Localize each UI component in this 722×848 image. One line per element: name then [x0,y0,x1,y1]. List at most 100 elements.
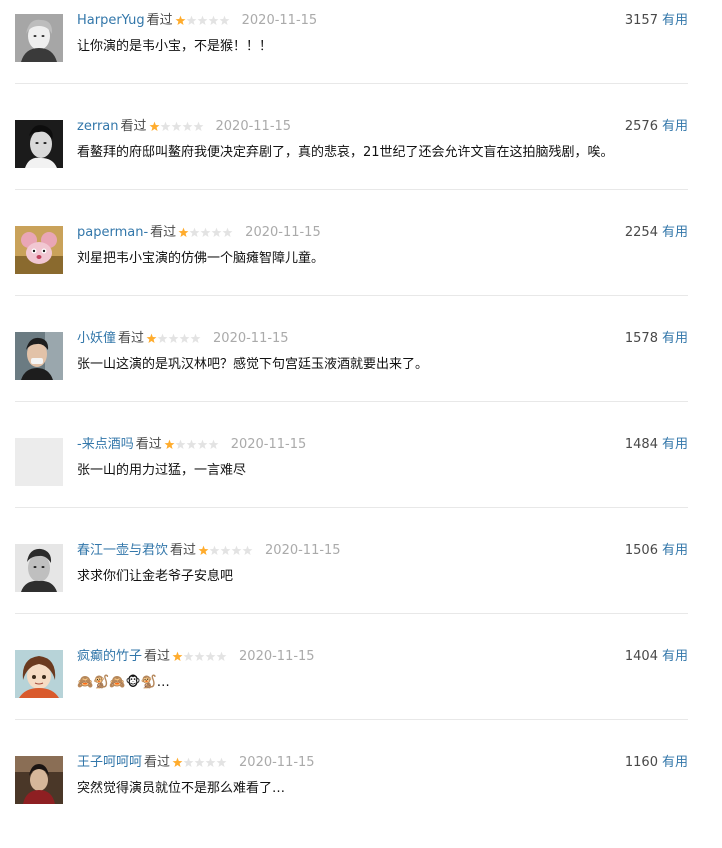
user-avatar[interactable] [15,14,63,62]
watch-status: 看过 [144,755,171,770]
vote-count: 1484 [624,437,658,452]
review-item: paperman- 看过 2020-11-15 2254 有用 刘星把韦小宝演的仿佛一个脑… [0,212,722,318]
rating-star-icon [189,227,200,238]
rating-star-icon [178,227,189,238]
rating-stars [178,227,233,238]
user-avatar[interactable] [15,438,63,486]
useful-button[interactable]: 有用 [662,331,688,346]
review-header: HarperYug 看过 2020-11-15 [77,12,317,30]
rating-star-icon [149,121,159,132]
rating-star-icon [157,333,168,344]
review-date: 2020-11-15 [213,331,289,346]
review-date: 2020-11-15 [241,13,318,28]
rating-star-icon [175,15,186,26]
rating-star-icon [186,439,197,450]
vote-count: 1506 [624,543,658,558]
review-text: 突然觉得演员就位不是那么难看了… [77,781,286,796]
rating-star-icon [186,15,197,26]
vote-count: 2254 [624,225,658,240]
vote-count: 3157 [624,13,658,28]
divider [15,189,688,190]
username-link[interactable]: HarperYug [77,13,145,28]
watch-status: 看过 [170,543,197,558]
rating-star-icon [200,227,211,238]
useful-button[interactable]: 有用 [662,543,688,558]
useful-button[interactable]: 有用 [662,13,688,28]
rating-star-icon [197,439,208,450]
vote-area: 2254 有用 [625,224,688,242]
rating-star-icon [183,651,194,662]
divider [15,507,688,508]
vote-area: 2576 有用 [625,118,688,136]
review-date: 2020-11-15 [230,437,307,452]
review-item: 春江一壶与君饮 看过 2020-11-15 1506 有用求求你们让金老爷子安息吧 [0,530,722,636]
vote-count: 1160 [624,755,658,770]
divider [15,613,688,614]
useful-button[interactable]: 有用 [662,755,688,770]
rating-star-icon [172,757,183,768]
rating-stars [146,333,201,344]
rating-star-icon [205,651,216,662]
username-link[interactable]: zerran [77,119,119,134]
user-avatar[interactable] [15,120,63,168]
divider [15,719,688,720]
review-header: 王子呵呵呵 看过 2020-11-15 [77,754,315,772]
rating-star-icon [216,651,227,662]
review-item: 小妖僮 看过 2020-11-15 1578 有用 张一山这演的是巩汉林吧？感觉下句宫廷玉… [0,318,722,424]
rating-star-icon [198,545,209,556]
review-date: 2020-11-15 [215,119,292,134]
rating-star-icon [168,333,179,344]
user-avatar[interactable] [15,544,63,592]
watch-status: 看过 [120,119,147,134]
rating-star-icon [172,651,183,662]
watch-status: 看过 [144,649,171,664]
rating-star-icon [194,651,205,662]
rating-star-icon [231,545,242,556]
vote-area: 1160 有用 [625,754,688,772]
rating-star-icon [179,333,190,344]
rating-star-icon [222,227,233,238]
rating-stars [172,757,227,768]
username-link[interactable]: 春江一壶与君饮 [77,543,168,558]
review-item: zerran 看过 2020-11-15 2576 有用 看鳌拜的府邸叫鳌府我便决定弃剧了… [0,106,722,212]
review-date: 2020-11-15 [265,543,341,558]
username-link[interactable]: 疯癫的竹子 [77,649,142,664]
rating-star-icon [216,757,227,768]
review-text: 求求你们让金老爷子安息吧 [77,569,234,584]
vote-count: 1578 [624,331,658,346]
review-date: 2020-11-15 [245,225,321,240]
rating-star-icon [208,439,219,450]
user-avatar[interactable] [15,756,63,804]
username-link[interactable]: paperman- [77,225,148,240]
vote-area: 1404 有用 [625,648,688,666]
rating-star-icon [205,757,216,768]
rating-stars [172,651,227,662]
rating-star-icon [146,333,157,344]
rating-star-icon [164,439,175,450]
useful-button[interactable]: 有用 [662,649,688,664]
vote-area: 3157 有用 [625,12,688,30]
rating-star-icon [171,121,181,132]
useful-button[interactable]: 有用 [662,119,688,134]
rating-star-icon [220,545,231,556]
rating-star-icon [211,227,222,238]
useful-button[interactable]: 有用 [662,225,688,240]
user-avatar[interactable] [15,332,63,380]
useful-button[interactable]: 有用 [662,437,688,452]
user-avatar[interactable] [15,226,63,274]
review-text: 张一山这演的是巩汉林吧？感觉下句宫廷玉液酒就要出来了。 [77,357,429,372]
username-link[interactable]: 小妖僮 [77,331,116,346]
watch-status: 看过 [150,225,177,240]
user-avatar[interactable] [15,650,63,698]
vote-area: 1484 有用 [625,436,688,454]
vote-area: 1578 有用 [625,330,688,348]
username-link[interactable]: -来点酒吗 [77,437,134,452]
username-link[interactable]: 王子呵呵呵 [77,755,142,770]
rating-star-icon [182,121,192,132]
rating-star-icon [197,15,208,26]
review-text: 让你演的是韦小宝，不是猴！！！ [77,39,273,54]
review-date: 2020-11-15 [239,649,315,664]
review-header: paperman- 看过 2020-11-15 [77,224,321,242]
vote-area: 1506 有用 [625,542,688,560]
review-header: -来点酒吗 看过 2020-11-15 [77,436,306,454]
